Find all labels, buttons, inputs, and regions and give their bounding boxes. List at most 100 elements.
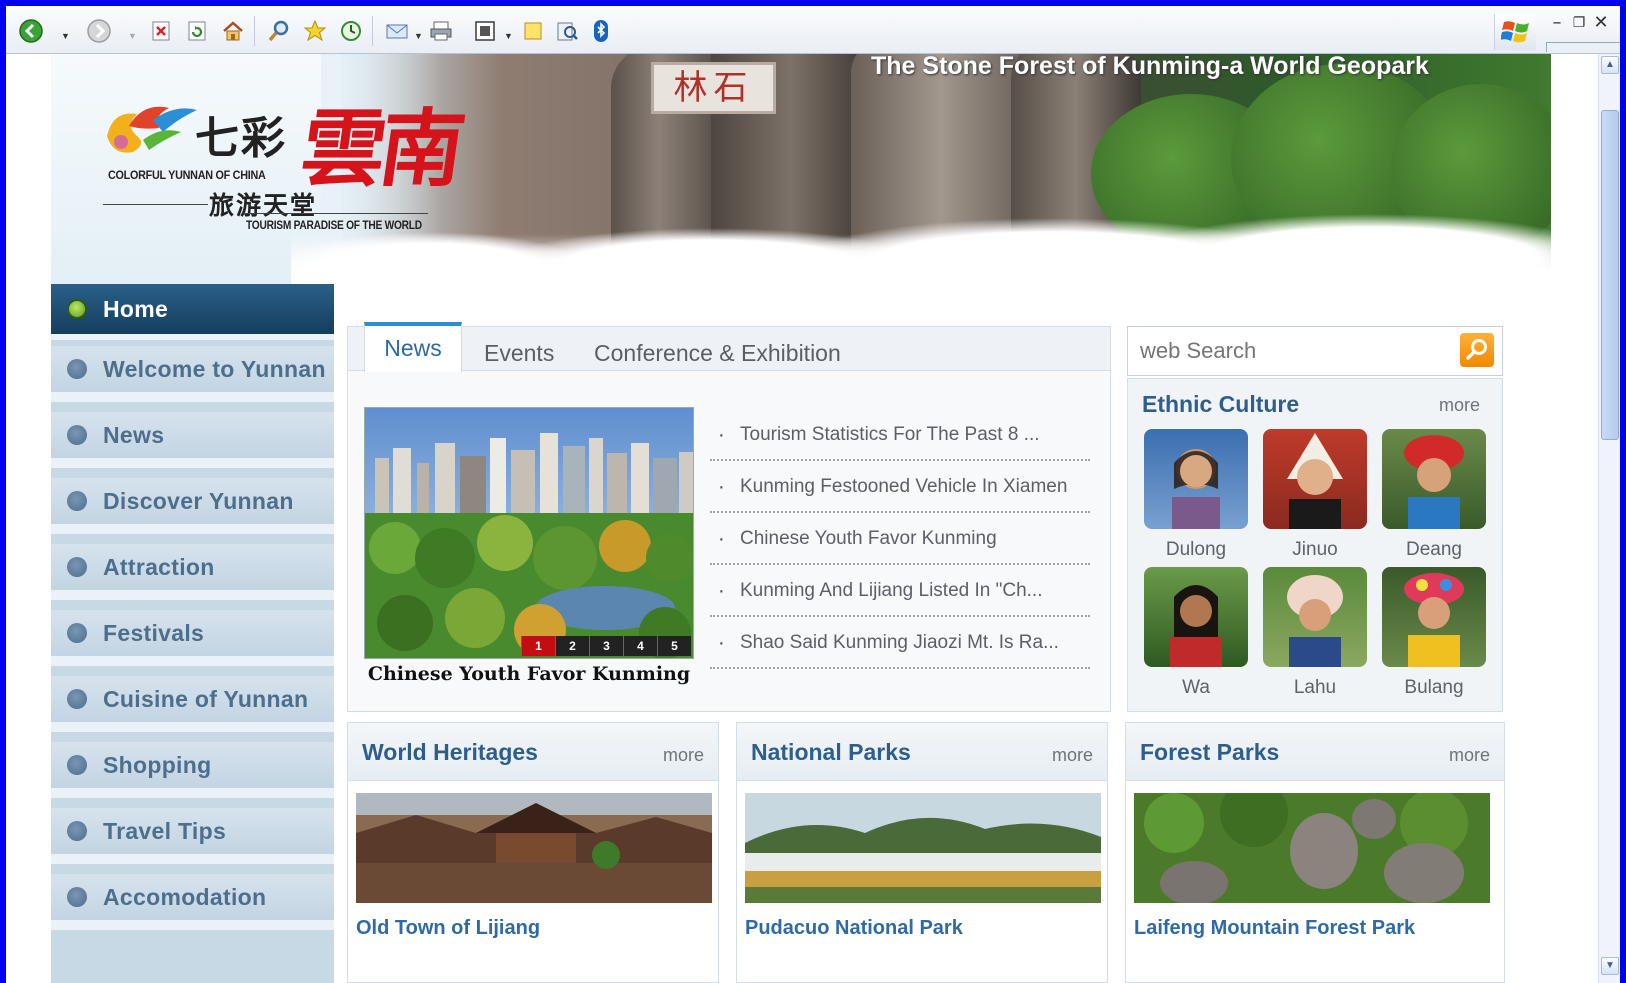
photo-caption[interactable]: Chinese Youth Favor Kunming bbox=[364, 663, 694, 685]
headline-link[interactable]: Kunming Festooned Vehicle In Xiamen bbox=[710, 461, 1090, 513]
tab-conference-exhibition[interactable]: Conference & Exhibition bbox=[594, 327, 841, 371]
card-more-link[interactable]: more bbox=[663, 745, 704, 766]
sidebar-item-welcome[interactable]: Welcome to Yunnan bbox=[51, 346, 334, 402]
search-input[interactable] bbox=[1140, 337, 1440, 365]
bullet-icon bbox=[67, 689, 87, 709]
note-icon[interactable] bbox=[518, 16, 548, 46]
tab-events[interactable]: Events bbox=[484, 327, 554, 371]
sidebar-item-accomodation[interactable]: Accomodation bbox=[51, 874, 334, 930]
site-logo[interactable]: 七彩 雲南 COLORFUL YUNNAN OF CHINA 旅游天堂 TOUR… bbox=[103, 94, 465, 244]
forward-icon[interactable] bbox=[84, 16, 114, 46]
sidebar-item-cuisine[interactable]: Cuisine of Yunnan bbox=[51, 676, 334, 732]
scroll-up-button[interactable]: ▲ bbox=[1601, 56, 1619, 74]
edit-dropdown-icon[interactable]: ▼ bbox=[504, 32, 513, 41]
sidebar-item-attraction[interactable]: Attraction bbox=[51, 544, 334, 600]
sidebar-item-label: Accomodation bbox=[103, 883, 267, 910]
ethnic-item-wa[interactable]: Wa bbox=[1144, 567, 1248, 699]
card-image[interactable] bbox=[356, 793, 712, 903]
sidebar-item-shopping[interactable]: Shopping bbox=[51, 742, 334, 798]
edit-icon[interactable] bbox=[470, 16, 500, 46]
scroll-thumb[interactable] bbox=[1601, 110, 1619, 440]
card-title[interactable]: Forest Parks bbox=[1140, 739, 1279, 766]
ethnic-name: Deang bbox=[1406, 539, 1462, 560]
pager-button-2[interactable]: 2 bbox=[555, 636, 589, 656]
sidebar-item-home[interactable]: Home bbox=[51, 284, 334, 340]
mail-icon[interactable] bbox=[382, 16, 412, 46]
print-icon[interactable] bbox=[426, 16, 456, 46]
windows-logo-icon bbox=[1494, 14, 1536, 50]
logo-en-line1: COLORFUL YUNNAN OF CHINA bbox=[108, 168, 266, 182]
bullet-icon bbox=[67, 299, 87, 319]
ethnic-name: Wa bbox=[1182, 677, 1210, 698]
sidebar-item-label: Festivals bbox=[103, 619, 205, 646]
card-more-link[interactable]: more bbox=[1052, 745, 1093, 766]
headline-link[interactable]: Shao Said Kunming Jiaozi Mt. Is Ra... bbox=[710, 617, 1090, 669]
card-caption[interactable]: Old Town of Lijiang bbox=[356, 917, 540, 940]
back-icon[interactable] bbox=[16, 16, 46, 46]
card-title[interactable]: World Heritages bbox=[362, 739, 538, 766]
national-parks-card: National Parks more Pudacuo National Par… bbox=[736, 722, 1108, 983]
scroll-down-button[interactable]: ▼ bbox=[1601, 957, 1619, 975]
ethnic-portrait bbox=[1144, 567, 1248, 667]
card-caption[interactable]: Laifeng Mountain Forest Park bbox=[1134, 917, 1415, 940]
pager-button-1[interactable]: 1 bbox=[521, 636, 555, 656]
headline-link[interactable]: Chinese Youth Favor Kunming bbox=[710, 513, 1090, 565]
sidebar-item-label: Travel Tips bbox=[103, 817, 227, 844]
card-more-link[interactable]: more bbox=[1449, 745, 1490, 766]
card-title[interactable]: National Parks bbox=[751, 739, 911, 766]
vertical-scrollbar[interactable]: ▲ ▼ bbox=[1598, 54, 1620, 983]
sidebar-nav: Home Welcome to Yunnan News Discover Yun… bbox=[51, 284, 334, 983]
restore-button[interactable]: ❐ bbox=[1568, 12, 1590, 34]
card-caption[interactable]: Pudacuo National Park bbox=[745, 917, 963, 940]
toolbar-divider bbox=[372, 16, 373, 46]
pager-button-5[interactable]: 5 bbox=[657, 636, 691, 656]
refresh-icon[interactable] bbox=[182, 16, 212, 46]
bluetooth-icon[interactable] bbox=[586, 16, 616, 46]
toolbar-divider bbox=[254, 16, 255, 46]
logo-en-line2: TOURISM PARADISE OF THE WORLD bbox=[246, 218, 422, 232]
news-panel: News Events Conference & Exhibition 1 2 … bbox=[347, 322, 1111, 712]
tab-news[interactable]: News bbox=[364, 322, 462, 372]
logo-cn-tourism: 旅游天堂 bbox=[209, 191, 318, 220]
pager-button-4[interactable]: 4 bbox=[623, 636, 657, 656]
favorites-icon[interactable] bbox=[300, 16, 330, 46]
close-button[interactable]: ✕ bbox=[1590, 12, 1612, 34]
logo-swirl-icon bbox=[107, 106, 197, 153]
back-dropdown-icon[interactable]: ▼ bbox=[61, 32, 70, 41]
card-image[interactable] bbox=[745, 793, 1101, 903]
forward-dropdown-icon[interactable]: ▼ bbox=[128, 32, 137, 41]
news-photo[interactable]: 1 2 3 4 5 bbox=[364, 407, 694, 659]
ethnic-portrait bbox=[1263, 567, 1367, 667]
forest-parks-card: Forest Parks more Laifeng Mountain Fores… bbox=[1125, 722, 1505, 983]
pager-button-3[interactable]: 3 bbox=[589, 636, 623, 656]
bullet-icon bbox=[67, 755, 87, 775]
search-button[interactable] bbox=[1460, 333, 1494, 367]
bullet-icon bbox=[67, 557, 87, 577]
ethnic-more-link[interactable]: more bbox=[1439, 395, 1480, 416]
bullet-icon bbox=[67, 359, 87, 379]
ethnic-item-dulong[interactable]: Dulong bbox=[1144, 429, 1248, 561]
ethnic-item-jinuo[interactable]: Jinuo bbox=[1263, 429, 1367, 561]
ethnic-item-deang[interactable]: Deang bbox=[1382, 429, 1486, 561]
research-icon[interactable] bbox=[552, 16, 582, 46]
logo-cn-colorful: 七彩 bbox=[195, 113, 287, 164]
stop-icon[interactable] bbox=[146, 16, 176, 46]
sidebar-item-news[interactable]: News bbox=[51, 412, 334, 468]
sidebar-item-label: Attraction bbox=[103, 553, 215, 580]
sidebar-item-festivals[interactable]: Festivals bbox=[51, 610, 334, 666]
mail-dropdown-icon[interactable]: ▼ bbox=[414, 32, 423, 41]
headline-link[interactable]: Tourism Statistics For The Past 8 ... bbox=[710, 409, 1090, 461]
card-image[interactable] bbox=[1134, 793, 1490, 903]
sidebar-item-travel-tips[interactable]: Travel Tips bbox=[51, 808, 334, 864]
sidebar-item-label: News bbox=[103, 421, 165, 448]
sidebar-item-discover[interactable]: Discover Yunnan bbox=[51, 478, 334, 534]
home-icon[interactable] bbox=[218, 16, 248, 46]
ethnic-item-bulang[interactable]: Bulang bbox=[1382, 567, 1486, 699]
ethnic-name: Dulong bbox=[1165, 539, 1227, 560]
ethnic-item-lahu[interactable]: Lahu bbox=[1263, 567, 1367, 699]
ethnic-name: Lahu bbox=[1293, 677, 1337, 698]
search-icon[interactable] bbox=[264, 16, 294, 46]
minimize-button[interactable]: – bbox=[1546, 12, 1568, 34]
history-icon[interactable] bbox=[336, 16, 366, 46]
headline-link[interactable]: Kunming And Lijiang Listed In "Ch... bbox=[710, 565, 1090, 617]
